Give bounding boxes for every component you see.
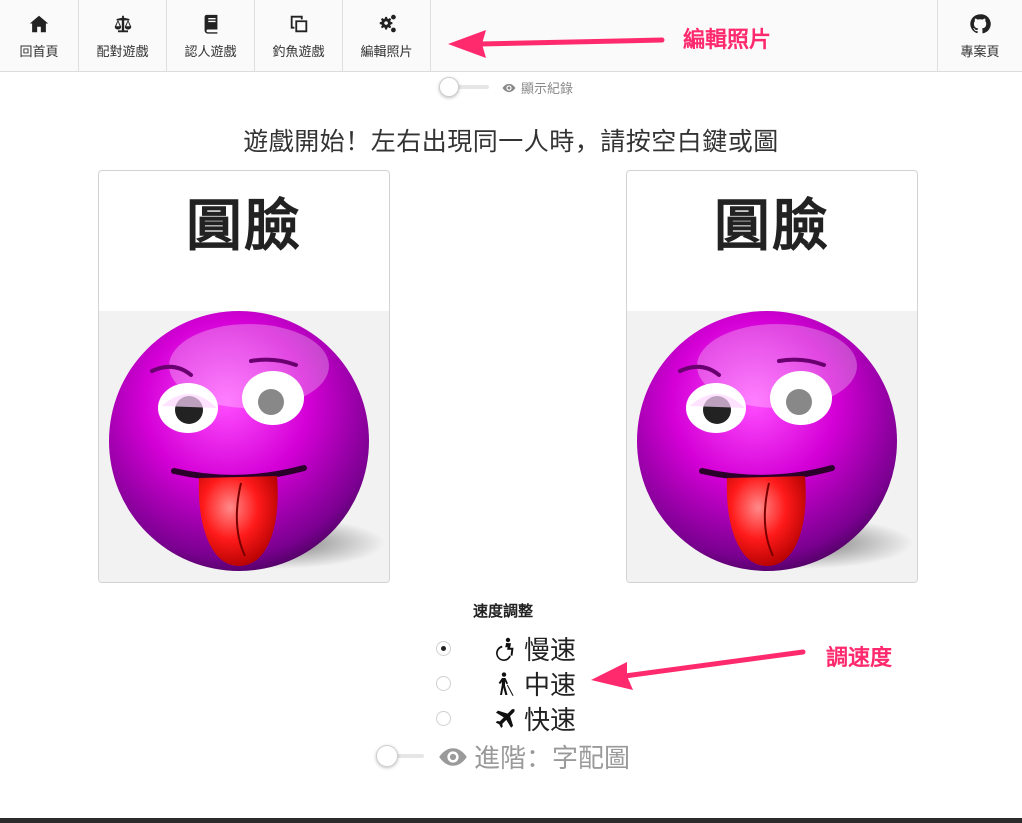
left-card-image [99,311,389,582]
nav-fishing-game-label: 釣魚遊戲 [272,45,325,60]
nav-edit-photo-label: 編輯照片 [360,45,413,60]
history-toggle-knob [439,77,459,97]
advanced-toggle-label: 進階：字配圖 [438,738,630,775]
balance-scale-icon [114,15,131,33]
speed-medium-label: 中速 [524,671,577,701]
speed-fast-radio[interactable] [436,711,451,726]
nav-matching-game[interactable]: 配對遊戲 [79,0,167,71]
app: 回首頁 配對遊戲 認人遊戲 釣魚遊戲 編輯照片 專案頁 編輯照片 顯示紀錄 遊戲… [0,0,1022,823]
speed-fast-label: 快速 [524,706,577,736]
plane-icon [492,706,518,732]
right-card[interactable]: 圓臉 [626,170,918,583]
annotation-edit-photo: 編輯照片 [683,28,772,53]
speed-option-medium[interactable]: 中速 [436,665,576,702]
advanced-toggle-knob [376,745,398,767]
annotation-adjust-speed: 調速度 [826,646,893,671]
nav-recognize-game-label: 認人遊戲 [184,45,237,60]
book-icon [204,14,217,34]
nav-project-page[interactable]: 專案頁 [937,0,1022,71]
eye-icon [502,83,516,92]
advanced-toggle-text: 進階：字配圖 [474,744,631,774]
right-card-image [627,311,917,582]
history-toggle[interactable] [437,76,489,98]
advanced-toggle[interactable] [374,744,424,768]
nav-home[interactable]: 回首頁 [0,0,79,71]
speed-option-fast[interactable]: 快速 [436,700,576,737]
window-bottom-edge [0,818,1022,823]
speed-title: 速度調整 [473,602,534,620]
github-icon [970,14,991,34]
nav-matching-game-label: 配對遊戲 [96,45,149,60]
purple-smiley-image [109,311,385,571]
gears-icon [379,14,396,33]
annotation-arrow-speed [591,649,806,690]
left-card[interactable]: 圓臉 [98,170,390,583]
clone-icon [290,15,307,33]
home-icon [29,15,49,33]
speed-slow-label: 慢速 [524,636,577,666]
wheelchair-icon [492,636,518,662]
annotation-arrow-edit-photo [448,30,665,58]
nav-home-label: 回首頁 [19,45,59,60]
speed-slow-radio[interactable] [436,641,451,656]
blind-walker-icon [492,671,518,697]
right-card-title: 圓臉 [714,194,830,259]
purple-smiley-image [637,311,913,571]
history-toggle-label: 顯示紀錄 [502,78,573,97]
speed-medium-radio[interactable] [436,676,451,691]
speed-option-slow[interactable]: 慢速 [436,630,576,667]
history-toggle-text: 顯示紀錄 [521,82,574,97]
eye-icon [439,747,467,766]
advanced-toggle-track [376,745,424,767]
nav-edit-photo[interactable]: 編輯照片 [343,0,431,71]
nav-project-page-label: 專案頁 [960,45,1000,60]
left-card-title: 圓臉 [186,194,302,259]
nav-recognize-game[interactable]: 認人遊戲 [167,0,255,71]
history-toggle-track [439,77,489,97]
nav-fishing-game[interactable]: 釣魚遊戲 [255,0,343,71]
game-instruction: 遊戲開始！左右出現同一人時，請按空白鍵或圖 [243,127,779,156]
